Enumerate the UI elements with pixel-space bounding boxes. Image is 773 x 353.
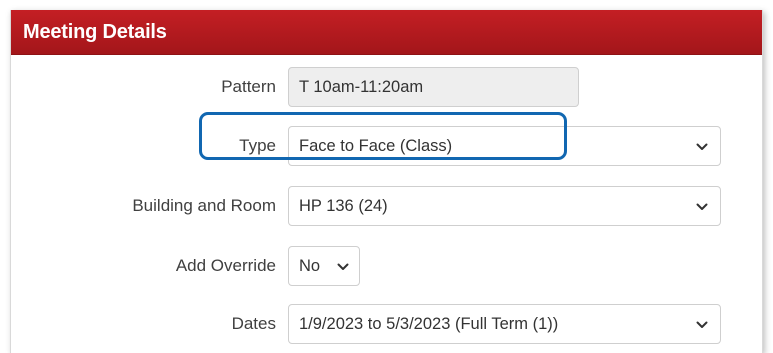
dates-label: Dates: [231, 314, 276, 333]
chevron-down-icon: [692, 305, 712, 343]
pattern-field: T 10am-11:20am: [288, 67, 579, 107]
type-row: Type Face to Face (Class): [11, 126, 762, 166]
chevron-down-icon: [692, 127, 712, 165]
type-label: Type: [239, 136, 276, 155]
meeting-details-panel: Meeting Details Pattern T 10am-11:20am T…: [10, 10, 763, 353]
panel-title: Meeting Details: [23, 21, 167, 43]
type-select[interactable]: Face to Face (Class): [288, 126, 721, 166]
dates-select[interactable]: 1/9/2023 to 5/3/2023 (Full Term (1)): [288, 304, 721, 344]
pattern-value: T 10am-11:20am: [299, 78, 424, 96]
dates-row: Dates 1/9/2023 to 5/3/2023 (Full Term (1…: [11, 304, 762, 344]
add-override-value: No: [299, 257, 321, 275]
add-override-label: Add Override: [175, 256, 276, 275]
building-room-select[interactable]: HP 136 (24): [288, 186, 721, 226]
add-override-select[interactable]: No: [288, 246, 360, 286]
dates-value: 1/9/2023 to 5/3/2023 (Full Term (1)): [299, 315, 559, 333]
chevron-down-icon: [333, 247, 353, 285]
panel-header: Meeting Details: [11, 10, 762, 55]
pattern-label: Pattern: [221, 77, 276, 96]
pattern-row: Pattern T 10am-11:20am: [11, 67, 762, 107]
building-room-value: HP 136 (24): [299, 197, 388, 215]
add-override-row: Add Override No: [11, 246, 762, 286]
type-value: Face to Face (Class): [299, 137, 453, 155]
chevron-down-icon: [692, 187, 712, 225]
building-room-row: Building and Room HP 136 (24): [11, 186, 762, 226]
building-room-label: Building and Room: [132, 196, 276, 215]
